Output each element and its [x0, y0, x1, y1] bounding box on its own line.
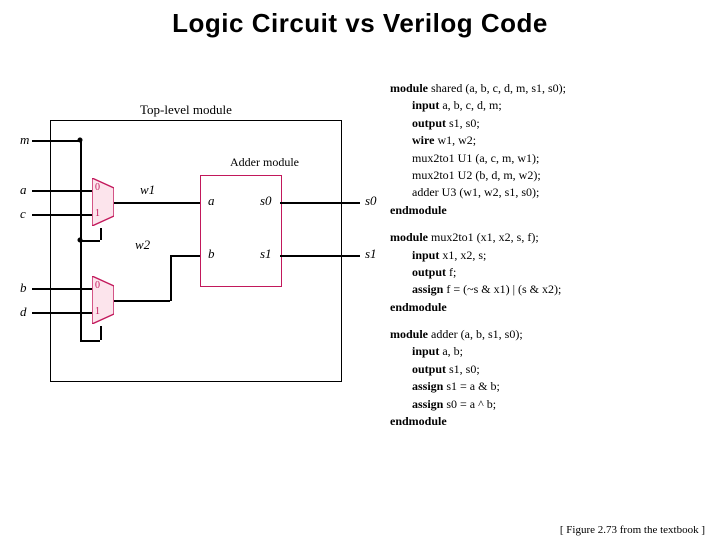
wire-m-up-mux2: [100, 326, 102, 340]
module-adder-header: adder (a, b, s1, s0);: [428, 327, 523, 341]
input-c-label: c: [20, 206, 26, 222]
adder-module-label: Adder module: [230, 155, 299, 170]
wire-m-up-mux1: [100, 228, 102, 240]
wire-m-to-mux1: [80, 240, 100, 242]
kw-assign: assign: [412, 379, 443, 393]
wire-w2-h2: [170, 255, 200, 257]
kw-module: module: [390, 230, 428, 244]
kw-module: module: [390, 81, 428, 95]
input-d-label: d: [20, 304, 27, 320]
shared-output-list: s1, s0;: [446, 116, 480, 130]
input-m-label: m: [20, 132, 29, 148]
adder-port-b: b: [208, 246, 215, 262]
adder-port-s1: s1: [260, 246, 272, 262]
kw-endmodule: endmodule: [390, 413, 720, 430]
input-b-label: b: [20, 280, 27, 296]
module-shared-header: shared (a, b, c, d, m, s1, s0);: [428, 81, 566, 95]
wire-w2-v: [170, 255, 172, 301]
kw-endmodule: endmodule: [390, 299, 720, 316]
adder-input-list: a, b;: [439, 344, 463, 358]
mux-output-list: f;: [446, 265, 456, 279]
kw-input: input: [412, 344, 439, 358]
wire-a-in: [32, 190, 92, 192]
wire-b-in: [32, 288, 92, 290]
mux-assign-f: f = (~s & x1) | (s & x2);: [443, 282, 561, 296]
shared-inst-u1: mux2to1 U1 (a, c, m, w1);: [390, 150, 720, 167]
input-a-label: a: [20, 182, 27, 198]
top-level-module-label: Top-level module: [140, 102, 232, 118]
kw-module: module: [390, 327, 428, 341]
wire-c-in: [32, 214, 92, 216]
adder-port-a: a: [208, 193, 215, 209]
mux2-label-1: 1: [95, 306, 100, 317]
figure-caption: [ Figure 2.73 from the textbook ]: [560, 524, 705, 536]
output-s1-label: s1: [365, 246, 377, 262]
module-mux-header: mux2to1 (x1, x2, s, f);: [428, 230, 539, 244]
content-area: Top-level module Adder module m a c b d: [0, 60, 720, 515]
kw-input: input: [412, 98, 439, 112]
kw-output: output: [412, 265, 446, 279]
wire-d-in: [32, 312, 92, 314]
wire-m-in: [32, 140, 80, 142]
shared-inst-u3: adder U3 (w1, w2, s1, s0);: [390, 184, 720, 201]
circuit-diagram: Top-level module Adder module m a c b d: [20, 120, 360, 420]
adder-output-list: s1, s0;: [446, 362, 480, 376]
node-m-top: [78, 138, 83, 143]
w1-label: w1: [140, 182, 155, 198]
adder-port-s0: s0: [260, 193, 272, 209]
kw-output: output: [412, 116, 446, 130]
shared-inst-u2: mux2to1 U2 (b, d, m, w2);: [390, 167, 720, 184]
adder-assign-s1: s1 = a & b;: [443, 379, 499, 393]
kw-output: output: [412, 362, 446, 376]
wire-w2-h1: [114, 300, 170, 302]
wire-s1-out: [280, 255, 360, 257]
circuit-diagram-panel: Top-level module Adder module m a c b d: [0, 60, 380, 515]
module-adder: module adder (a, b, s1, s0); input a, b;…: [390, 326, 720, 430]
module-mux2to1: module mux2to1 (x1, x2, s, f); input x1,…: [390, 229, 720, 316]
kw-assign: assign: [412, 397, 443, 411]
shared-input-list: a, b, c, d, m;: [439, 98, 501, 112]
w2-label: w2: [135, 237, 150, 253]
mux1-label-0: 0: [95, 182, 100, 193]
mux1-label-1: 1: [95, 208, 100, 219]
wire-w1: [114, 202, 200, 204]
kw-assign: assign: [412, 282, 443, 296]
mux-input-list: x1, x2, s;: [439, 248, 486, 262]
kw-input: input: [412, 248, 439, 262]
wire-s0-out: [280, 202, 360, 204]
kw-endmodule: endmodule: [390, 202, 720, 219]
output-s0-label: s0: [365, 193, 377, 209]
shared-wire-list: w1, w2;: [434, 133, 476, 147]
verilog-code-panel: module shared (a, b, c, d, m, s1, s0); i…: [380, 60, 720, 515]
adder-module-box: [200, 175, 282, 287]
adder-assign-s0: s0 = a ^ b;: [443, 397, 496, 411]
wire-m-to-mux2: [80, 340, 100, 342]
module-shared: module shared (a, b, c, d, m, s1, s0); i…: [390, 80, 720, 219]
node-m-mux1: [78, 238, 83, 243]
kw-wire: wire: [412, 133, 434, 147]
mux2-label-0: 0: [95, 280, 100, 291]
page-title: Logic Circuit vs Verilog Code: [0, 0, 720, 39]
